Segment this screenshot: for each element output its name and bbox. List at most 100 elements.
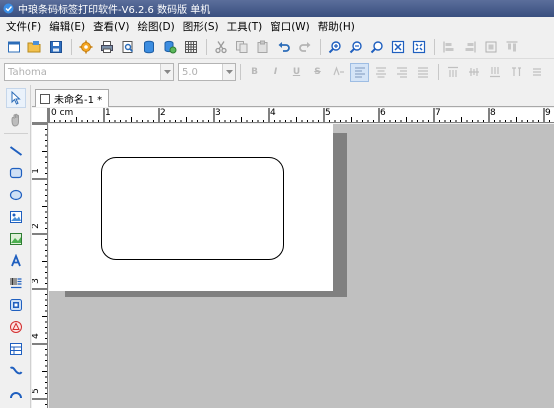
image-tool[interactable] bbox=[6, 207, 26, 227]
rounded-rectangle-tool[interactable] bbox=[6, 163, 26, 183]
copy-icon bbox=[235, 40, 247, 53]
shape-icon bbox=[10, 321, 22, 333]
drawing-toolbox bbox=[0, 85, 31, 408]
align-center-icon bbox=[485, 41, 496, 52]
format-toolbar: Tahoma 5.0 B I U S bbox=[0, 60, 554, 84]
vertical-align-top-button[interactable] bbox=[443, 63, 462, 82]
zoom-fit-button[interactable] bbox=[388, 37, 407, 56]
qrcode-tool[interactable] bbox=[6, 295, 26, 315]
horizontal-ruler[interactable]: 0 cm 1 2 3 4 5 6 7 8 9 bbox=[48, 108, 554, 123]
text-direction-button[interactable] bbox=[527, 63, 546, 82]
text-align-center-icon bbox=[375, 67, 386, 78]
grid-button[interactable] bbox=[181, 37, 200, 56]
curve-tool[interactable] bbox=[6, 361, 26, 381]
save-button[interactable] bbox=[46, 37, 65, 56]
italic-button[interactable]: I bbox=[266, 63, 285, 82]
new-button[interactable] bbox=[4, 37, 23, 56]
align-right-button[interactable] bbox=[460, 37, 479, 56]
database-button[interactable] bbox=[139, 37, 158, 56]
letter-spacing-button[interactable] bbox=[329, 63, 348, 82]
copy-button[interactable] bbox=[232, 37, 251, 56]
label-paper[interactable] bbox=[49, 124, 333, 291]
font-name-value: Tahoma bbox=[8, 66, 47, 78]
zoom-actual-button[interactable] bbox=[367, 37, 386, 56]
h-ruler-label: 4 bbox=[270, 108, 276, 118]
picture-tool[interactable] bbox=[6, 229, 26, 249]
menu-edit[interactable]: 编辑(E) bbox=[45, 19, 89, 34]
font-size-select[interactable]: 5.0 bbox=[178, 63, 236, 81]
zoom-in-button[interactable] bbox=[325, 37, 344, 56]
arc-tool[interactable] bbox=[6, 383, 26, 403]
toolbar-separator bbox=[320, 38, 321, 55]
image-icon bbox=[10, 211, 22, 223]
menu-view[interactable]: 查看(V) bbox=[89, 19, 133, 34]
redo-button[interactable] bbox=[295, 37, 314, 56]
open-button[interactable] bbox=[25, 37, 44, 56]
shape-tool[interactable] bbox=[6, 317, 26, 337]
database-settings-button[interactable] bbox=[160, 37, 179, 56]
align-top-button[interactable] bbox=[502, 37, 521, 56]
menu-help[interactable]: 帮助(H) bbox=[314, 19, 359, 34]
select-tool[interactable] bbox=[6, 88, 26, 108]
ellipse-tool[interactable] bbox=[6, 185, 26, 205]
text-align-right-button[interactable] bbox=[392, 63, 411, 82]
align-left-icon bbox=[443, 41, 453, 52]
pointer-icon bbox=[11, 91, 21, 105]
zoom-out-button[interactable] bbox=[346, 37, 365, 56]
paste-button[interactable] bbox=[253, 37, 272, 56]
window-title: 中琅条码标签打印软件-V6.2.6 数码版 单机 bbox=[18, 5, 211, 16]
vertical-text-button[interactable] bbox=[506, 63, 525, 82]
curve-icon bbox=[10, 366, 23, 375]
label-settings-button[interactable] bbox=[76, 37, 95, 56]
strikethrough-button[interactable]: S bbox=[308, 63, 327, 82]
undo-button[interactable] bbox=[274, 37, 293, 56]
vertical-ruler[interactable]: 1 2 3 4 5 bbox=[32, 123, 48, 408]
cut-icon bbox=[214, 40, 227, 53]
title-bar: 中琅条码标签打印软件-V6.2.6 数码版 单机 bbox=[0, 0, 554, 17]
align-center-button[interactable] bbox=[481, 37, 500, 56]
text-align-center-button[interactable] bbox=[371, 63, 390, 82]
document-area: 未命名-1 * 0 cm 1 2 3 4 5 6 7 8 9 1 2 3 4 5 bbox=[32, 85, 554, 408]
save-icon bbox=[49, 40, 62, 53]
zoom-page-button[interactable] bbox=[409, 37, 428, 56]
line-tool[interactable] bbox=[6, 141, 26, 161]
cut-button[interactable] bbox=[211, 37, 230, 56]
design-canvas[interactable] bbox=[49, 124, 554, 408]
rounded-rectangle-shape[interactable] bbox=[101, 157, 284, 260]
toolbar-separator bbox=[206, 38, 207, 55]
vertical-align-top-icon bbox=[447, 66, 458, 77]
vertical-align-middle-button[interactable] bbox=[464, 63, 483, 82]
chevron-down-icon bbox=[160, 64, 173, 80]
h-ruler-label: 8 bbox=[490, 108, 496, 118]
table-tool[interactable] bbox=[6, 339, 26, 359]
text-align-left-button[interactable] bbox=[350, 62, 369, 82]
text-tool[interactable] bbox=[6, 251, 26, 271]
print-preview-button[interactable] bbox=[118, 37, 137, 56]
menu-tools[interactable]: 工具(T) bbox=[223, 19, 267, 34]
zoom-actual-icon bbox=[370, 40, 383, 53]
barcode-text-tool[interactable] bbox=[6, 273, 26, 293]
paste-icon bbox=[257, 40, 267, 53]
pan-tool[interactable] bbox=[6, 110, 26, 130]
menu-window[interactable]: 窗口(W) bbox=[266, 19, 314, 34]
font-name-select[interactable]: Tahoma bbox=[4, 63, 174, 81]
print-button[interactable] bbox=[97, 37, 116, 56]
h-ruler-label: 1 bbox=[105, 108, 111, 118]
document-tab[interactable]: 未命名-1 * bbox=[35, 89, 110, 107]
document-icon bbox=[40, 93, 50, 104]
menu-draw[interactable]: 绘图(D) bbox=[133, 19, 178, 34]
ellipse-icon bbox=[9, 189, 23, 201]
text-justify-button[interactable] bbox=[413, 63, 432, 82]
bold-button[interactable]: B bbox=[245, 63, 264, 82]
align-left-button[interactable] bbox=[439, 37, 458, 56]
settings-icon bbox=[79, 40, 92, 53]
zoom-in-icon bbox=[328, 40, 341, 53]
underline-button[interactable]: U bbox=[287, 63, 306, 82]
vertical-align-bottom-button[interactable] bbox=[485, 63, 504, 82]
menu-file[interactable]: 文件(F) bbox=[2, 19, 45, 34]
menu-shape[interactable]: 图形(S) bbox=[179, 19, 223, 34]
zoom-out-icon bbox=[349, 40, 362, 53]
align-right-icon bbox=[465, 41, 475, 52]
menu-bar: 文件(F) 编辑(E) 查看(V) 绘图(D) 图形(S) 工具(T) 窗口(W… bbox=[0, 17, 554, 35]
toolbar-separator bbox=[434, 38, 435, 55]
